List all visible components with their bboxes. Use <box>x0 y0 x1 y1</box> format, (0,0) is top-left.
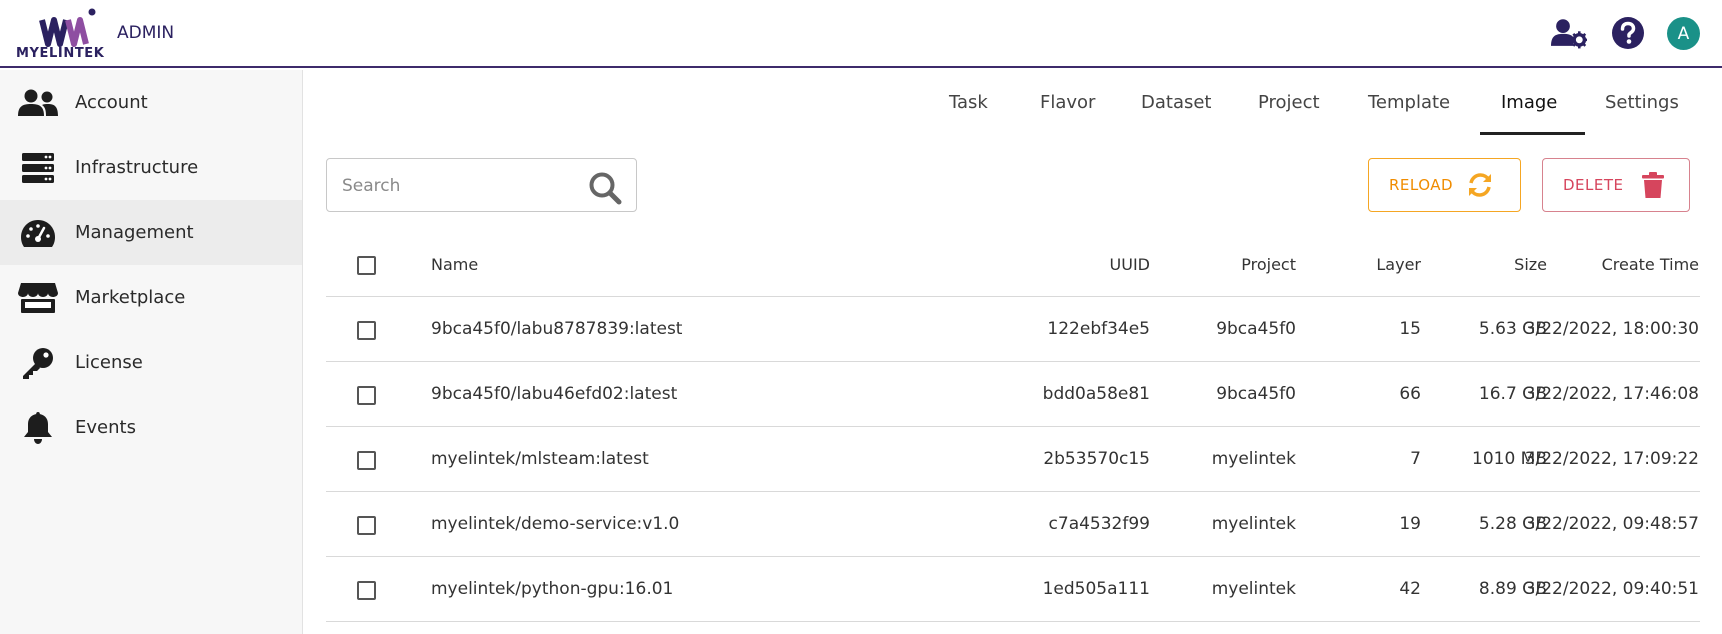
cell-uuid: 122ebf34e5 <box>1047 319 1150 339</box>
cell-uuid: 1ed505a111 <box>1042 579 1150 599</box>
tab-project[interactable]: Project <box>1258 82 1320 136</box>
row-checkbox[interactable] <box>357 581 376 600</box>
cell-project: myelintek <box>1211 449 1296 469</box>
tab-flavor[interactable]: Flavor <box>1040 82 1095 136</box>
cell-layer: 42 <box>1399 579 1421 599</box>
cell-layer: 19 <box>1399 514 1421 534</box>
tab-dataset[interactable]: Dataset <box>1141 82 1212 136</box>
delete-button-label: DELETE <box>1563 176 1624 194</box>
cell-create-time: 3/22/2022, 09:40:51 <box>1524 579 1699 599</box>
search-box <box>326 158 637 212</box>
column-header-layer[interactable]: Layer <box>1326 232 1421 296</box>
search-input[interactable] <box>342 173 572 199</box>
server-icon <box>18 152 58 183</box>
table-row[interactable]: myelintek/mlsteam:latest 2b53570c15 myel… <box>326 427 1700 492</box>
delete-button[interactable]: DELETE <box>1542 158 1690 212</box>
cell-create-time: 3/22/2022, 09:48:57 <box>1524 514 1699 534</box>
tab-bar: Task Flavor Dataset Project Template Ima… <box>0 82 1722 136</box>
column-header-name[interactable]: Name <box>431 232 478 296</box>
cell-project: myelintek <box>1211 579 1296 599</box>
tab-template[interactable]: Template <box>1368 82 1450 136</box>
cell-create-time: 3/22/2022, 18:00:30 <box>1524 319 1699 339</box>
trash-icon <box>1641 172 1664 198</box>
search-icon[interactable] <box>588 171 622 209</box>
cell-uuid: bdd0a58e81 <box>1042 384 1150 404</box>
key-icon <box>18 347 58 379</box>
tab-task[interactable]: Task <box>949 82 988 136</box>
column-header-size[interactable]: Size <box>1446 232 1547 296</box>
sidebar-item-label: Marketplace <box>75 287 186 308</box>
gauge-icon <box>18 218 58 248</box>
tab-settings[interactable]: Settings <box>1605 82 1679 136</box>
column-header-create-time[interactable]: Create Time <box>1556 232 1699 296</box>
tab-image[interactable]: Image <box>1501 82 1557 136</box>
cell-project: myelintek <box>1211 514 1296 534</box>
row-checkbox[interactable] <box>357 321 376 340</box>
row-checkbox[interactable] <box>357 386 376 405</box>
cell-name: myelintek/python-gpu:16.01 <box>431 579 674 599</box>
top-header: MYELINTEK ADMIN A <box>0 0 1722 68</box>
table-header-row: Name UUID Project Layer Size Create Time <box>326 232 1700 297</box>
cell-name: 9bca45f0/labu8787839:latest <box>431 319 683 339</box>
table-row[interactable]: 9bca45f0/labu8787839:latest 122ebf34e5 9… <box>326 297 1700 362</box>
sidebar-item-label: Events <box>75 417 136 438</box>
reload-button[interactable]: RELOAD <box>1368 158 1521 212</box>
cell-uuid: 2b53570c15 <box>1043 449 1150 469</box>
cell-name: myelintek/mlsteam:latest <box>431 449 649 469</box>
cell-name: 9bca45f0/labu46efd02:latest <box>431 384 678 404</box>
column-header-project[interactable]: Project <box>1196 232 1296 296</box>
table-row[interactable]: myelintek/demo-service:v1.0 c7a4532f99 m… <box>326 492 1700 557</box>
table-row[interactable]: 9bca45f0/labu46efd02:latest bdd0a58e81 9… <box>326 362 1700 427</box>
cell-layer: 7 <box>1410 449 1421 469</box>
cell-create-time: 3/22/2022, 17:09:22 <box>1524 449 1699 469</box>
help-icon[interactable] <box>1610 15 1646 51</box>
select-all-checkbox[interactable] <box>357 256 376 275</box>
sidebar-item-label: Management <box>75 222 194 243</box>
table-row[interactable]: myelintek/python-gpu:16.01 1ed505a111 my… <box>326 557 1700 622</box>
column-header-uuid[interactable]: UUID <box>950 232 1150 296</box>
sidebar-item-infrastructure[interactable]: Infrastructure <box>0 135 302 200</box>
reload-button-label: RELOAD <box>1389 176 1454 194</box>
sidebar: Account Infrastructure Management Market… <box>0 70 303 634</box>
cell-layer: 15 <box>1399 319 1421 339</box>
cell-project: 9bca45f0 <box>1216 319 1296 339</box>
sidebar-item-license[interactable]: License <box>0 330 302 395</box>
image-table: Name UUID Project Layer Size Create Time… <box>326 232 1700 622</box>
row-checkbox[interactable] <box>357 451 376 470</box>
sidebar-item-marketplace[interactable]: Marketplace <box>0 265 302 330</box>
cell-create-time: 3/22/2022, 17:46:08 <box>1524 384 1699 404</box>
cell-uuid: c7a4532f99 <box>1048 514 1150 534</box>
logo-wordmark: MYELINTEK <box>16 46 105 61</box>
admin-label: ADMIN <box>117 23 175 43</box>
sidebar-item-label: License <box>75 352 143 373</box>
cell-layer: 66 <box>1399 384 1421 404</box>
bell-icon <box>18 411 58 444</box>
store-icon <box>18 282 58 313</box>
user-avatar[interactable]: A <box>1667 17 1700 50</box>
active-tab-indicator <box>1480 132 1585 135</box>
row-checkbox[interactable] <box>357 516 376 535</box>
cell-project: 9bca45f0 <box>1216 384 1296 404</box>
user-settings-icon[interactable] <box>1551 15 1587 51</box>
sidebar-item-events[interactable]: Events <box>0 395 302 460</box>
sidebar-item-label: Infrastructure <box>75 157 199 178</box>
sidebar-item-management[interactable]: Management <box>0 200 302 265</box>
refresh-icon <box>1467 173 1493 197</box>
cell-name: myelintek/demo-service:v1.0 <box>431 514 680 534</box>
